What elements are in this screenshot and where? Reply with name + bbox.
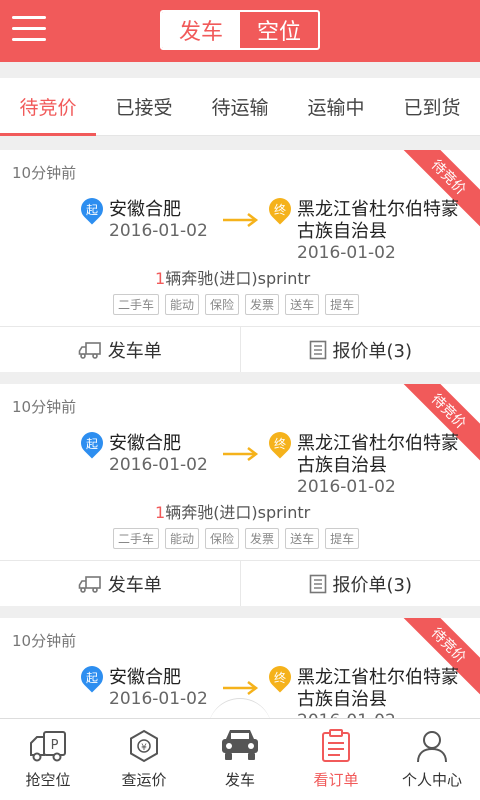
destination-city-line2: 古族自治县 bbox=[297, 689, 387, 710]
order-time: 10分钟前 bbox=[12, 164, 77, 182]
end-pin-icon: 终 bbox=[264, 193, 296, 225]
order-card[interactable]: 10分钟前 待竞价 起 安徽合肥 2016-01-02 终 黑龙江省杜尔伯特蒙 … bbox=[0, 150, 480, 372]
arrow-right-icon bbox=[223, 447, 259, 461]
truck-icon bbox=[78, 575, 101, 593]
nav-label: 个人中心 bbox=[401, 771, 462, 789]
destination-date: 2016-01-02 bbox=[297, 243, 396, 263]
vehicle-info: 1辆奔驰(进口)sprintr bbox=[155, 499, 310, 523]
tag: 保险 bbox=[205, 294, 240, 315]
tag: 能动 bbox=[165, 528, 200, 549]
truck-parking-icon: P bbox=[30, 731, 66, 762]
tab-delivered[interactable]: 已到货 bbox=[384, 78, 480, 135]
document-icon bbox=[309, 340, 326, 359]
tab-awaiting-transport[interactable]: 待运输 bbox=[192, 78, 288, 135]
order-actions: 发车单 报价单(3) bbox=[0, 560, 480, 606]
dispatch-order-label: 发车单 bbox=[107, 340, 162, 362]
nav-label: 查运价 bbox=[121, 771, 167, 789]
destination-date: 2016-01-02 bbox=[297, 477, 396, 497]
end-pin-icon: 终 bbox=[264, 661, 296, 693]
nav-check-price[interactable]: ¥ 查运价 bbox=[96, 719, 192, 800]
tag: 发票 bbox=[245, 528, 280, 549]
segment-dispatch[interactable]: 发车 bbox=[162, 12, 240, 48]
dispatch-order-button[interactable]: 发车单 bbox=[0, 561, 240, 606]
service-tags: 二手车 能动 保险 发票 送车 提车 bbox=[113, 528, 360, 549]
destination-city-line2: 古族自治县 bbox=[297, 455, 387, 476]
destination-city-line2: 古族自治县 bbox=[297, 221, 387, 242]
origin-date: 2016-01-02 bbox=[109, 689, 208, 709]
destination-city-line1: 黑龙江省杜尔伯特蒙 bbox=[297, 199, 459, 220]
svg-text:¥: ¥ bbox=[141, 743, 147, 753]
order-list-icon bbox=[322, 729, 350, 762]
start-pin-icon: 起 bbox=[76, 661, 108, 693]
price-hexagon-icon: ¥ bbox=[130, 729, 158, 763]
origin-city: 安徽合肥 bbox=[109, 433, 181, 454]
tab-pending-bid[interactable]: 待竞价 bbox=[0, 78, 96, 136]
quote-list-label: 报价单(3) bbox=[332, 574, 413, 596]
vehicle-count: 1 bbox=[155, 503, 166, 522]
nav-dispatch[interactable]: 发车 bbox=[192, 719, 288, 800]
tab-in-transit[interactable]: 运输中 bbox=[288, 78, 384, 135]
status-tabs: 待竞价 已接受 待运输 运输中 已到货 bbox=[0, 78, 480, 136]
segment-vacancy[interactable]: 空位 bbox=[240, 12, 318, 48]
quote-list-button[interactable]: 报价单(3) bbox=[239, 327, 480, 372]
arrow-right-icon bbox=[223, 213, 259, 227]
quote-list-button[interactable]: 报价单(3) bbox=[239, 561, 480, 606]
person-icon bbox=[417, 731, 447, 763]
order-actions: 发车单 报价单(3) bbox=[0, 326, 480, 372]
top-bar: 发车 空位 bbox=[0, 0, 480, 62]
origin-city: 安徽合肥 bbox=[109, 667, 181, 688]
order-time: 10分钟前 bbox=[12, 632, 77, 650]
tag: 保险 bbox=[205, 528, 240, 549]
origin-date: 2016-01-02 bbox=[109, 455, 208, 475]
tag: 二手车 bbox=[113, 528, 160, 549]
destination-city-line1: 黑龙江省杜尔伯特蒙 bbox=[297, 667, 459, 688]
tag: 提车 bbox=[325, 528, 360, 549]
nav-view-orders[interactable]: 看订单 bbox=[288, 719, 384, 800]
nav-personal-center[interactable]: 个人中心 bbox=[384, 719, 480, 800]
start-pin-icon: 起 bbox=[76, 193, 108, 225]
start-pin-icon: 起 bbox=[76, 427, 108, 459]
truck-icon bbox=[78, 341, 101, 359]
dispatch-order-button[interactable]: 发车单 bbox=[0, 327, 240, 372]
vehicle-info: 1辆奔驰(进口)sprintr bbox=[155, 265, 310, 289]
svg-text:P: P bbox=[51, 738, 59, 753]
tag: 发票 bbox=[245, 294, 280, 315]
service-tags: 二手车 能动 保险 发票 送车 提车 bbox=[113, 294, 360, 315]
destination-city-line1: 黑龙江省杜尔伯特蒙 bbox=[297, 433, 459, 454]
order-time: 10分钟前 bbox=[12, 398, 77, 416]
nav-label: 抢空位 bbox=[25, 771, 71, 789]
vehicle-desc: 辆奔驰(进口)sprintr bbox=[165, 503, 311, 522]
dispatch-order-label: 发车单 bbox=[107, 574, 162, 596]
origin-date: 2016-01-02 bbox=[109, 221, 208, 241]
nav-label: 发车 bbox=[224, 771, 255, 789]
mode-switch: 发车 空位 bbox=[160, 10, 320, 50]
tag: 二手车 bbox=[113, 294, 160, 315]
tab-accepted[interactable]: 已接受 bbox=[96, 78, 192, 135]
vehicle-desc: 辆奔驰(进口)sprintr bbox=[165, 269, 311, 288]
destination-date: 2016-01-02 bbox=[297, 711, 396, 718]
end-pin-icon: 终 bbox=[264, 427, 296, 459]
menu-icon[interactable] bbox=[12, 12, 46, 46]
vehicle-count: 1 bbox=[155, 269, 166, 288]
bottom-nav: P 抢空位 ¥ 查运价 发车 看订单 个人中心 bbox=[0, 718, 480, 800]
tag: 能动 bbox=[165, 294, 200, 315]
quote-list-label: 报价单(3) bbox=[332, 340, 413, 362]
tag: 送车 bbox=[285, 528, 320, 549]
order-card[interactable]: 10分钟前 待竞价 起 安徽合肥 2016-01-02 终 黑龙江省杜尔伯特蒙 … bbox=[0, 384, 480, 606]
tag: 提车 bbox=[325, 294, 360, 315]
nav-grab-vacancy[interactable]: P 抢空位 bbox=[0, 719, 96, 800]
car-icon bbox=[222, 730, 258, 760]
arrow-right-icon bbox=[223, 681, 259, 695]
nav-label: 看订单 bbox=[313, 771, 359, 789]
document-icon bbox=[309, 574, 326, 593]
tag: 送车 bbox=[285, 294, 320, 315]
origin-city: 安徽合肥 bbox=[109, 199, 181, 220]
